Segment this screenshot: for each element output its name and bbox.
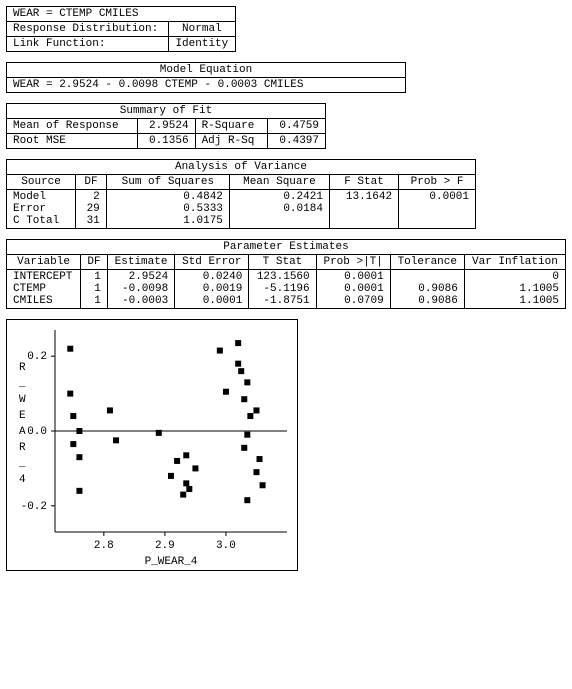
param-est-header: Std Error xyxy=(175,255,249,270)
summary-fit-cell: 2.9524 xyxy=(137,119,195,134)
model-equation-text: WEAR = 2.9524 - 0.0098 CTEMP - 0.0003 CM… xyxy=(7,78,406,93)
svg-text:3.0: 3.0 xyxy=(216,540,236,552)
link-func-value: Identity xyxy=(168,37,235,52)
param-est-header: Estimate xyxy=(107,255,174,270)
svg-text:W: W xyxy=(19,394,26,406)
summary-fit-table: Summary of Fit Mean of Response2.9524R-S… xyxy=(6,103,326,149)
anova-data-row: ModelErrorC Total229310.48420.53331.0175… xyxy=(7,190,476,229)
anova-cell: 22931 xyxy=(76,190,107,229)
param-est-title: Parameter Estimates xyxy=(7,240,566,255)
anova-cell: 0.48420.53331.0175 xyxy=(106,190,229,229)
svg-text:P_WEAR_4: P_WEAR_4 xyxy=(145,556,198,568)
summary-fit-cell: Root MSE xyxy=(7,134,138,149)
svg-text:R: R xyxy=(19,362,26,374)
anova-cell: 0.24210.0184 xyxy=(229,190,329,229)
svg-text:0.0: 0.0 xyxy=(27,426,47,438)
model-spec-table: WEAR = CTEMP CMILES Response Distributio… xyxy=(6,6,236,52)
resp-dist-value: Normal xyxy=(168,22,235,37)
svg-text:_: _ xyxy=(18,378,26,390)
svg-text:E: E xyxy=(19,410,26,422)
anova-title: Analysis of Variance xyxy=(7,160,476,175)
summary-fit-cell: 0.1356 xyxy=(137,134,195,149)
anova-table: Analysis of Variance SourceDFSum of Squa… xyxy=(6,159,476,229)
anova-header: Sum of Squares xyxy=(106,175,229,190)
svg-text:2.9: 2.9 xyxy=(155,540,175,552)
anova-header: F Stat xyxy=(329,175,398,190)
residual-scatter-plot: -0.20.00.22.82.93.0R_WEAR_4P_WEAR_4 xyxy=(6,319,566,571)
svg-text:-0.2: -0.2 xyxy=(21,501,47,513)
anova-header: Source xyxy=(7,175,76,190)
summary-fit-cell: R-Square xyxy=(195,119,267,134)
link-func-label: Link Function: xyxy=(7,37,169,52)
param-est-cell: 2.9524-0.0098-0.0003 xyxy=(107,270,174,309)
summary-fit-row: Mean of Response2.9524R-Square0.4759 xyxy=(7,119,326,134)
param-est-header: Var Inflation xyxy=(464,255,565,270)
param-est-cell: 0.90860.9086 xyxy=(390,270,464,309)
anova-header: Prob > F xyxy=(399,175,476,190)
param-est-header: Variable xyxy=(7,255,81,270)
model-equation-title: Model Equation xyxy=(7,63,406,78)
anova-cell: ModelErrorC Total xyxy=(7,190,76,229)
svg-text:A: A xyxy=(19,426,26,438)
summary-fit-cell: 0.4397 xyxy=(268,134,326,149)
param-est-header: DF xyxy=(81,255,108,270)
svg-text:R: R xyxy=(19,442,26,454)
anova-cell: 13.1642 xyxy=(329,190,398,229)
model-equation-table: Model Equation WEAR = 2.9524 - 0.0098 CT… xyxy=(6,62,406,93)
param-est-header: T Stat xyxy=(249,255,316,270)
param-est-cell: 01.10051.1005 xyxy=(464,270,565,309)
summary-fit-title: Summary of Fit xyxy=(7,104,326,119)
svg-text:4: 4 xyxy=(19,474,26,486)
svg-text:0.2: 0.2 xyxy=(27,351,47,363)
param-est-cell: INTERCEPTCTEMPCMILES xyxy=(7,270,81,309)
param-est-table: Parameter Estimates VariableDFEstimateSt… xyxy=(6,239,566,309)
anova-header: Mean Square xyxy=(229,175,329,190)
anova-cell: 0.0001 xyxy=(399,190,476,229)
param-est-cell: 111 xyxy=(81,270,108,309)
resp-dist-label: Response Distribution: xyxy=(7,22,169,37)
param-est-header: Tolerance xyxy=(390,255,464,270)
param-est-data-row: INTERCEPTCTEMPCMILES1112.9524-0.0098-0.0… xyxy=(7,270,566,309)
anova-header: DF xyxy=(76,175,107,190)
summary-fit-row: Root MSE0.1356Adj R-Sq0.4397 xyxy=(7,134,326,149)
model-spec-formula: WEAR = CTEMP CMILES xyxy=(7,7,236,22)
param-est-header: Prob >|T| xyxy=(316,255,390,270)
svg-text:_: _ xyxy=(18,458,26,470)
param-est-cell: 0.00010.00010.0709 xyxy=(316,270,390,309)
summary-fit-cell: 0.4759 xyxy=(268,119,326,134)
summary-fit-cell: Mean of Response xyxy=(7,119,138,134)
svg-text:2.8: 2.8 xyxy=(94,540,114,552)
summary-fit-cell: Adj R-Sq xyxy=(195,134,267,149)
param-est-cell: 123.1560-5.1196-1.8751 xyxy=(249,270,316,309)
param-est-cell: 0.02400.00190.0001 xyxy=(175,270,249,309)
